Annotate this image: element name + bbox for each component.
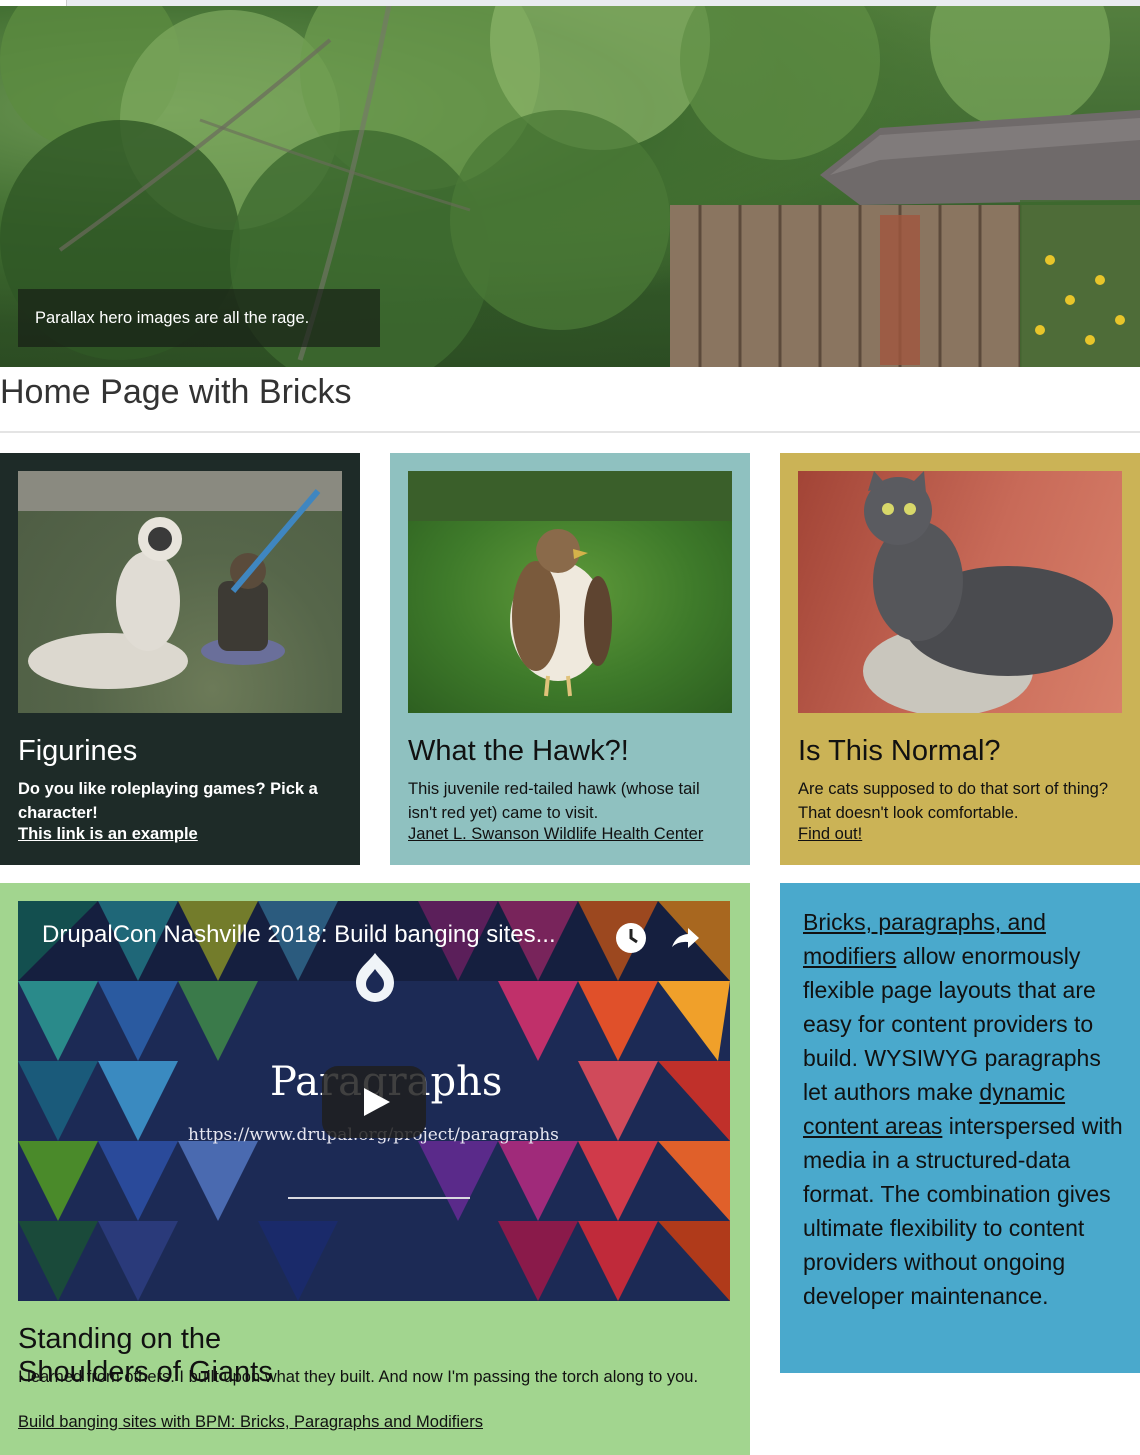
hawk-photo bbox=[408, 471, 732, 713]
browser-top-strip bbox=[0, 0, 1140, 6]
play-button[interactable] bbox=[322, 1066, 426, 1138]
page-title: Home Page with Bricks bbox=[0, 373, 352, 411]
card-link[interactable]: This link is an example bbox=[18, 825, 198, 844]
text-segment: interspersed with media in a structured-… bbox=[803, 1113, 1123, 1309]
card-title: What the Hawk?! bbox=[408, 735, 629, 767]
card-description: Bricks, paragraphs, and modifiers allow … bbox=[780, 883, 1140, 1373]
hero-caption: Parallax hero images are all the rage. bbox=[18, 289, 380, 347]
rich-text: Bricks, paragraphs, and modifiers allow … bbox=[803, 905, 1123, 1313]
card-title: Figurines bbox=[18, 735, 138, 767]
video-divider bbox=[288, 1197, 470, 1199]
card-body: I learned from others. I built upon what… bbox=[18, 1368, 699, 1386]
card-body: This juvenile red-tailed hawk (whose tai… bbox=[408, 780, 700, 822]
card-video: DrupalCon Nashville 2018: Build banging … bbox=[0, 883, 750, 1455]
card-figurines: Figurines Do you like roleplaying games?… bbox=[0, 453, 360, 865]
watch-later-icon[interactable] bbox=[614, 921, 648, 955]
card-title: Is This Normal? bbox=[798, 735, 1001, 767]
card-hawk: What the Hawk?! This juvenile red-tailed… bbox=[390, 453, 750, 865]
video-player[interactable]: DrupalCon Nashville 2018: Build banging … bbox=[18, 901, 730, 1301]
figurines-photo bbox=[18, 471, 342, 713]
title-divider bbox=[0, 431, 1140, 433]
card-link[interactable]: Find out! bbox=[798, 825, 862, 844]
drupal-logo-icon bbox=[356, 953, 394, 1002]
share-icon[interactable] bbox=[668, 921, 702, 955]
card-link[interactable]: Janet L. Swanson Wildlife Health Center bbox=[408, 825, 703, 844]
card-body: Are cats supposed to do that sort of thi… bbox=[798, 780, 1109, 822]
video-title[interactable]: DrupalCon Nashville 2018: Build banging … bbox=[42, 921, 556, 949]
cat-photo bbox=[798, 471, 1122, 713]
card-cat: Is This Normal? Are cats supposed to do … bbox=[780, 453, 1140, 865]
card-link[interactable]: Build banging sites with BPM: Bricks, Pa… bbox=[18, 1413, 483, 1432]
hero-image: Parallax hero images are all the rage. bbox=[0, 0, 1140, 367]
card-body: Do you like roleplaying games? Pick a ch… bbox=[18, 780, 318, 822]
